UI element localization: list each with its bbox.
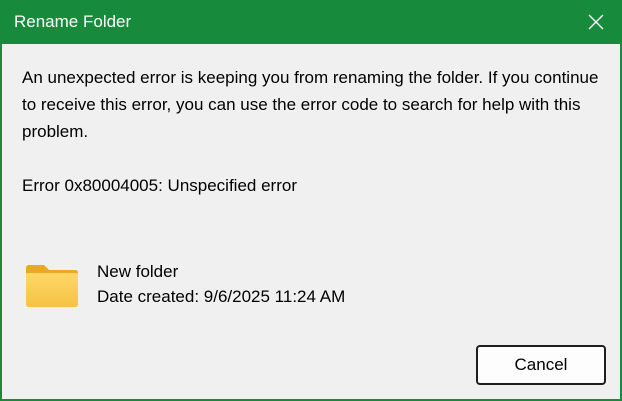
dialog-title: Rename Folder xyxy=(14,12,132,31)
folder-icon xyxy=(26,265,78,307)
file-name: New folder xyxy=(97,262,179,281)
file-info: New folder Date created: 9/6/2025 11:24 … xyxy=(24,259,424,315)
error-message: An unexpected error is keeping you from … xyxy=(22,68,599,141)
title-bar[interactable]: Rename Folder xyxy=(0,0,622,44)
rename-folder-dialog: Rename Folder An unexpected error is kee… xyxy=(0,0,622,401)
file-details: New folder Date created: 9/6/2025 11:24 … xyxy=(97,259,345,309)
close-button[interactable] xyxy=(578,4,614,40)
close-icon xyxy=(588,14,604,30)
error-code: Error 0x80004005: Unspecified error xyxy=(22,176,297,195)
message-area: An unexpected error is keeping you from … xyxy=(22,64,602,199)
date-created: Date created: 9/6/2025 11:24 AM xyxy=(97,287,346,306)
cancel-button[interactable]: Cancel xyxy=(476,345,606,385)
